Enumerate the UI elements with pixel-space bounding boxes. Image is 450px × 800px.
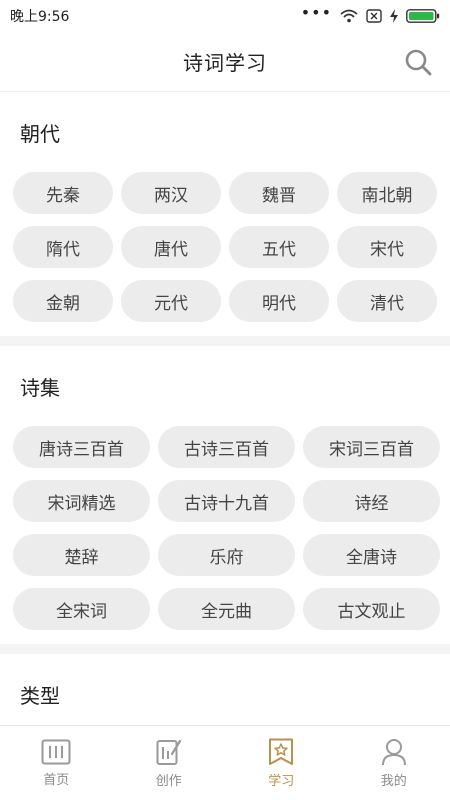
section-divider [0,644,450,654]
status-icons: ••• [301,5,440,23]
collection-chip[interactable]: 古诗三百首 [158,426,295,468]
dynasty-chip-grid: 先秦 两汉 魏晋 南北朝 隋代 唐代 五代 宋代 金朝 元代 明代 清代 [13,172,437,322]
section-divider [0,336,450,346]
wifi-icon [340,9,358,23]
dynasty-chip[interactable]: 五代 [229,226,329,268]
collection-chip[interactable]: 古诗十九首 [158,480,295,522]
search-button[interactable] [402,46,434,78]
nav-item-profile[interactable]: 我的 [338,726,450,800]
page-title: 诗词学习 [183,51,267,75]
collection-chip[interactable]: 宋词三百首 [303,426,440,468]
collection-chip[interactable]: 诗经 [303,480,440,522]
battery-icon [406,9,440,23]
section-title-dynasty: 朝代 [20,121,60,146]
app-header: 诗词学习 [0,32,450,92]
dynasty-chip[interactable]: 两汉 [121,172,221,214]
section-title-collections: 诗集 [20,375,60,400]
charging-icon [390,9,398,23]
dynasty-chip[interactable]: 南北朝 [337,172,437,214]
profile-icon [381,738,406,765]
nav-label-home: 首页 [43,772,70,788]
study-icon [269,738,294,765]
dynasty-chip[interactable]: 清代 [337,280,437,322]
collection-chip[interactable]: 宋词精选 [13,480,150,522]
dynasty-chip[interactable]: 魏晋 [229,172,329,214]
sim-off-icon [366,9,382,23]
collections-section: 诗集 唐诗三百首 古诗三百首 宋词三百首 宋词精选 古诗十九首 诗经 楚辞 乐府… [0,346,450,630]
content-scroll[interactable]: 朝代 先秦 两汉 魏晋 南北朝 隋代 唐代 五代 宋代 金朝 元代 明代 清代 … [0,92,450,725]
dynasty-chip[interactable]: 明代 [229,280,329,322]
nav-item-study[interactable]: 学习 [225,726,338,800]
nav-item-home[interactable]: 首页 [0,726,113,800]
dynasty-chip[interactable]: 唐代 [121,226,221,268]
dynasty-chip[interactable]: 隋代 [13,226,113,268]
section-title-types: 类型 [20,683,60,708]
collection-chip[interactable]: 全元曲 [158,588,295,630]
collection-chip[interactable]: 楚辞 [13,534,150,576]
collection-chip[interactable]: 全唐诗 [303,534,440,576]
dynasty-chip[interactable]: 金朝 [13,280,113,322]
collection-chip[interactable]: 乐府 [158,534,295,576]
dynasty-section: 朝代 先秦 两汉 魏晋 南北朝 隋代 唐代 五代 宋代 金朝 元代 明代 清代 [0,92,450,322]
nav-label-study: 学习 [268,773,295,789]
nav-label-profile: 我的 [380,773,407,789]
dynasty-chip[interactable]: 宋代 [337,226,437,268]
collection-chip[interactable]: 全宋词 [13,588,150,630]
dynasty-chip[interactable]: 元代 [121,280,221,322]
collections-chip-grid: 唐诗三百首 古诗三百首 宋词三百首 宋词精选 古诗十九首 诗经 楚辞 乐府 全唐… [13,426,440,630]
collection-chip[interactable]: 唐诗三百首 [13,426,150,468]
nav-label-compose: 创作 [155,773,182,789]
types-section: 类型 [0,654,450,725]
home-icon [41,739,71,764]
dynasty-chip[interactable]: 先秦 [13,172,113,214]
more-dots-icon: ••• [300,3,332,22]
search-icon [405,49,432,76]
status-time: 晚上9:56 [10,9,70,25]
nav-item-compose[interactable]: 创作 [113,726,226,800]
collection-chip[interactable]: 古文观止 [303,588,440,630]
compose-icon [156,739,181,765]
bottom-nav: 首页 创作 学习 我的 [0,725,450,800]
status-bar: 晚上9:56 ••• [0,0,450,32]
